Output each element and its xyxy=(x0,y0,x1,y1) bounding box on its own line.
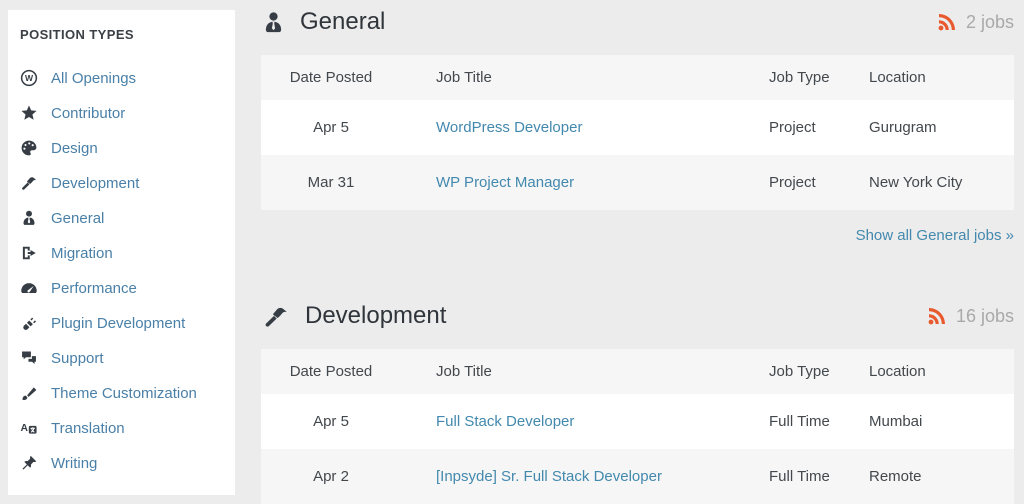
sidebar-link-plugin-development[interactable]: Plugin Development xyxy=(51,315,185,332)
job-location: Mumbai xyxy=(869,394,1014,449)
palette-icon xyxy=(20,139,38,157)
sidebar-item-design[interactable]: Design xyxy=(20,138,227,158)
plug-icon xyxy=(20,314,38,332)
sidebar-link-design[interactable]: Design xyxy=(51,140,98,157)
job-date: Mar 31 xyxy=(261,155,401,210)
translation-icon: A xyxy=(20,419,38,437)
job-title-link[interactable]: WP Project Manager xyxy=(436,174,574,191)
sidebar-position-types: POSITION TYPES W All Openings Contributo… xyxy=(8,10,235,495)
table-row: Apr 5 Full Stack Developer Full Time Mum… xyxy=(261,394,1014,449)
sidebar-item-translation[interactable]: A Translation xyxy=(20,418,227,438)
job-date: Apr 5 xyxy=(261,394,401,449)
sidebar-item-writing[interactable]: Writing xyxy=(20,453,227,473)
sidebar-link-all-openings[interactable]: All Openings xyxy=(51,70,136,87)
position-types-list: W All Openings Contributor Design Develo… xyxy=(20,68,227,473)
column-header-job-type: Job Type xyxy=(769,349,869,394)
section-title: Development xyxy=(305,302,446,330)
star-icon xyxy=(20,104,38,122)
column-header-job-title: Job Title xyxy=(401,349,769,394)
job-type: Project xyxy=(769,155,869,210)
column-header-location: Location xyxy=(869,55,1014,100)
column-header-location: Location xyxy=(869,349,1014,394)
sidebar-link-writing[interactable]: Writing xyxy=(51,455,97,472)
job-listings-main: General 2 jobs Date Posted Job Title Job… xyxy=(261,0,1014,504)
brush-icon xyxy=(20,384,38,402)
sidebar-link-support[interactable]: Support xyxy=(51,350,104,367)
sidebar-link-migration[interactable]: Migration xyxy=(51,245,113,262)
show-all-general-jobs-link[interactable]: Show all General jobs » xyxy=(261,227,1014,248)
sidebar-item-development[interactable]: Development xyxy=(20,173,227,193)
job-title-link[interactable]: Full Stack Developer xyxy=(436,413,574,430)
table-header-row: Date Posted Job Title Job Type Location xyxy=(261,55,1014,100)
table-row: Mar 31 WP Project Manager Project New Yo… xyxy=(261,155,1014,210)
section-title: General xyxy=(300,8,385,36)
sidebar-link-performance[interactable]: Performance xyxy=(51,280,137,297)
sidebar-link-translation[interactable]: Translation xyxy=(51,420,125,437)
job-type: Project xyxy=(769,100,869,155)
svg-text:W: W xyxy=(25,73,34,83)
table-row: Apr 2 [Inpsyde] Sr. Full Stack Developer… xyxy=(261,449,1014,504)
sidebar-link-general[interactable]: General xyxy=(51,210,104,227)
jobs-count-label: 2 jobs xyxy=(966,12,1014,33)
sidebar-item-theme-customization[interactable]: Theme Customization xyxy=(20,383,227,403)
hammer-icon xyxy=(20,174,38,192)
column-header-job-type: Job Type xyxy=(769,55,869,100)
sidebar-link-theme-customization[interactable]: Theme Customization xyxy=(51,385,197,402)
column-header-date-posted: Date Posted xyxy=(261,55,401,100)
sidebar-link-development[interactable]: Development xyxy=(51,175,139,192)
chat-icon xyxy=(20,349,38,367)
job-date: Apr 2 xyxy=(261,449,401,504)
job-location: Remote xyxy=(869,449,1014,504)
job-date: Apr 5 xyxy=(261,100,401,155)
hammer-icon xyxy=(261,303,291,330)
general-jobs-table: Date Posted Job Title Job Type Location … xyxy=(261,55,1014,210)
column-header-job-title: Job Title xyxy=(401,55,769,100)
sidebar-item-support[interactable]: Support xyxy=(20,348,227,368)
section-heading-general: General 2 jobs xyxy=(261,0,1014,44)
sidebar-item-migration[interactable]: Migration xyxy=(20,243,227,263)
job-title-link[interactable]: WordPress Developer xyxy=(436,119,582,136)
table-header-row: Date Posted Job Title Job Type Location xyxy=(261,349,1014,394)
job-type: Full Time xyxy=(769,449,869,504)
jobs-count-label: 16 jobs xyxy=(956,306,1014,327)
column-header-date-posted: Date Posted xyxy=(261,349,401,394)
svg-text:A: A xyxy=(20,423,28,434)
migrate-icon xyxy=(20,244,38,262)
sidebar-item-general[interactable]: General xyxy=(20,208,227,228)
job-location: Gurugram xyxy=(869,100,1014,155)
sidebar-item-all-openings[interactable]: W All Openings xyxy=(20,68,227,88)
pushpin-icon xyxy=(20,454,38,472)
section-heading-development: Development 16 jobs xyxy=(261,294,1014,338)
rss-icon[interactable] xyxy=(927,306,947,326)
sidebar-link-contributor[interactable]: Contributor xyxy=(51,105,125,122)
table-row: Apr 5 WordPress Developer Project Gurugr… xyxy=(261,100,1014,155)
sidebar-item-performance[interactable]: Performance xyxy=(20,278,227,298)
businessman-icon xyxy=(261,9,286,36)
wordpress-icon: W xyxy=(20,69,38,87)
sidebar-item-plugin-development[interactable]: Plugin Development xyxy=(20,313,227,333)
job-location: New York City xyxy=(869,155,1014,210)
job-type: Full Time xyxy=(769,394,869,449)
rss-icon[interactable] xyxy=(937,12,957,32)
dashboard-icon xyxy=(20,279,38,297)
sidebar-title: POSITION TYPES xyxy=(20,27,227,42)
sidebar-item-contributor[interactable]: Contributor xyxy=(20,103,227,123)
development-jobs-table: Date Posted Job Title Job Type Location … xyxy=(261,349,1014,504)
jobs-count-general: 2 jobs xyxy=(937,12,1014,33)
job-title-link[interactable]: [Inpsyde] Sr. Full Stack Developer xyxy=(436,468,662,485)
businessman-icon xyxy=(20,209,38,227)
jobs-count-development: 16 jobs xyxy=(927,306,1014,327)
